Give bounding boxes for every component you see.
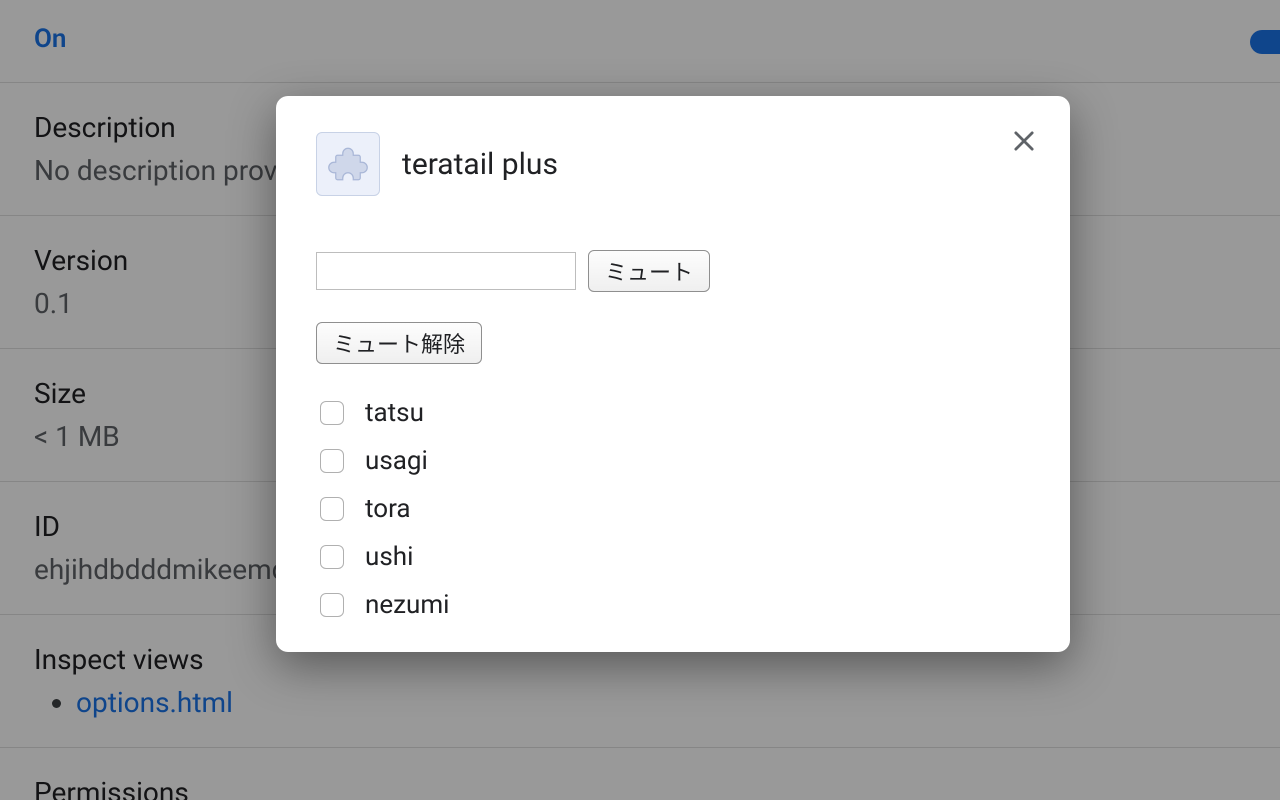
list-item[interactable]: ushi (316, 542, 1030, 572)
mute-checkbox[interactable] (320, 401, 344, 425)
mute-checkbox[interactable] (320, 497, 344, 521)
list-item[interactable]: nezumi (316, 590, 1030, 620)
dialog-title: teratail plus (402, 147, 558, 182)
mute-checkbox[interactable] (320, 449, 344, 473)
unmute-button[interactable]: ミュート解除 (316, 322, 482, 364)
list-item[interactable]: tora (316, 494, 1030, 524)
list-item-label: tora (365, 494, 411, 524)
list-item-label: usagi (365, 446, 428, 476)
list-item-label: tatsu (365, 398, 424, 428)
mute-checkbox[interactable] (320, 545, 344, 569)
mute-checkbox[interactable] (320, 593, 344, 617)
extension-options-dialog: teratail plus ミュート ミュート解除 tatsu usagi (276, 96, 1070, 652)
list-item[interactable]: usagi (316, 446, 1030, 476)
mute-button[interactable]: ミュート (588, 250, 710, 292)
close-icon (1010, 143, 1038, 158)
mute-input[interactable] (316, 252, 576, 290)
extension-icon (316, 132, 380, 196)
close-button[interactable] (1006, 124, 1042, 160)
list-item-label: nezumi (365, 590, 450, 620)
list-item[interactable]: tatsu (316, 398, 1030, 428)
muted-list: tatsu usagi tora ushi nezumi (316, 398, 1030, 620)
list-item-label: ushi (365, 542, 413, 572)
